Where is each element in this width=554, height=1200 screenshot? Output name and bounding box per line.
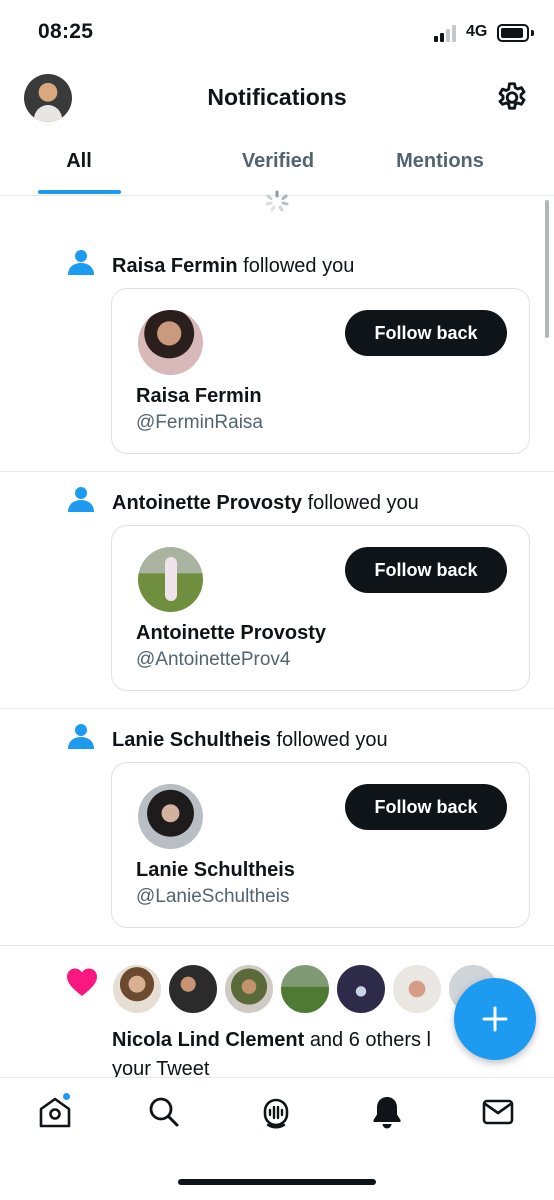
avatar[interactable] <box>138 310 203 375</box>
follower-name[interactable]: Lanie Schultheis <box>112 729 271 751</box>
notification-item[interactable]: Antoinette Provosty followed you Follow … <box>0 485 554 709</box>
user-handle: @LanieSchultheis <box>136 886 290 907</box>
avatar[interactable] <box>167 963 219 1015</box>
divider <box>0 945 554 946</box>
avatar[interactable] <box>111 963 163 1015</box>
avatar[interactable] <box>279 963 331 1015</box>
header: Notifications <box>0 64 554 134</box>
mail-icon[interactable] <box>480 1094 516 1130</box>
user-name: Antoinette Provosty <box>136 622 327 644</box>
avatar[interactable] <box>223 963 275 1015</box>
user-card[interactable]: Follow back Antoinette Provosty @Antoine… <box>111 525 530 691</box>
battery-cap <box>531 30 534 36</box>
plus-icon <box>482 1006 508 1032</box>
avatar[interactable] <box>138 547 203 612</box>
avatar[interactable] <box>335 963 387 1015</box>
status-time: 08:25 <box>38 20 94 43</box>
avatar[interactable] <box>138 784 203 849</box>
signal-icon <box>434 24 460 42</box>
gear-icon[interactable] <box>494 80 530 116</box>
like-notification-text[interactable]: Nicola Lind Clement and 6 others l your … <box>112 1026 472 1084</box>
person-icon <box>68 487 94 512</box>
compose-button[interactable] <box>454 978 536 1060</box>
home-indicator[interactable] <box>178 1179 376 1185</box>
network-label: 4G <box>466 23 488 40</box>
new-activity-dot <box>62 1092 71 1101</box>
notification-text: Raisa Fermin followed you <box>112 255 354 278</box>
notification-action: followed you <box>243 255 355 277</box>
user-card[interactable]: Follow back Lanie Schultheis @LanieSchul… <box>111 762 530 928</box>
liker-name[interactable]: Nicola Lind Clement <box>112 1029 304 1051</box>
user-name: Lanie Schultheis <box>136 859 295 881</box>
person-icon <box>68 250 94 275</box>
notification-text: Lanie Schultheis followed you <box>112 729 388 752</box>
heart-icon <box>67 968 97 996</box>
follow-back-button[interactable]: Follow back <box>345 784 507 830</box>
notification-item[interactable]: Lanie Schultheis followed you Follow bac… <box>0 722 554 946</box>
follow-back-button[interactable]: Follow back <box>345 310 507 356</box>
search-icon[interactable] <box>146 1094 182 1130</box>
notification-text: Antoinette Provosty followed you <box>112 492 419 515</box>
notification-action: followed you <box>276 729 388 751</box>
loading-spinner-icon <box>265 190 289 212</box>
notification-tabs: All Verified Mentions <box>0 134 554 196</box>
notification-action: followed you <box>307 492 419 514</box>
divider <box>0 471 554 472</box>
avatar[interactable] <box>391 963 443 1015</box>
battery-icon <box>497 24 529 42</box>
spaces-icon[interactable] <box>258 1094 294 1130</box>
follower-name[interactable]: Raisa Fermin <box>112 255 238 277</box>
user-name: Raisa Fermin <box>136 385 262 407</box>
like-text-rest: and 6 others l <box>309 1029 432 1051</box>
user-card[interactable]: Follow back Raisa Fermin @FerminRaisa <box>111 288 530 454</box>
user-handle: @AntoinetteProv4 <box>136 649 291 670</box>
user-handle: @FerminRaisa <box>136 412 263 433</box>
status-bar: 08:25 4G <box>0 0 554 64</box>
notification-item[interactable]: Raisa Fermin followed you Follow back Ra… <box>0 248 554 472</box>
follow-back-button[interactable]: Follow back <box>345 547 507 593</box>
tab-mentions[interactable]: Mentions <box>340 150 540 173</box>
active-tab-indicator <box>38 190 121 194</box>
follower-name[interactable]: Antoinette Provosty <box>112 492 302 514</box>
person-icon <box>68 724 94 749</box>
bell-icon[interactable] <box>369 1094 405 1130</box>
page-title: Notifications <box>207 84 347 110</box>
divider <box>0 708 554 709</box>
tab-all[interactable]: All <box>0 150 158 173</box>
